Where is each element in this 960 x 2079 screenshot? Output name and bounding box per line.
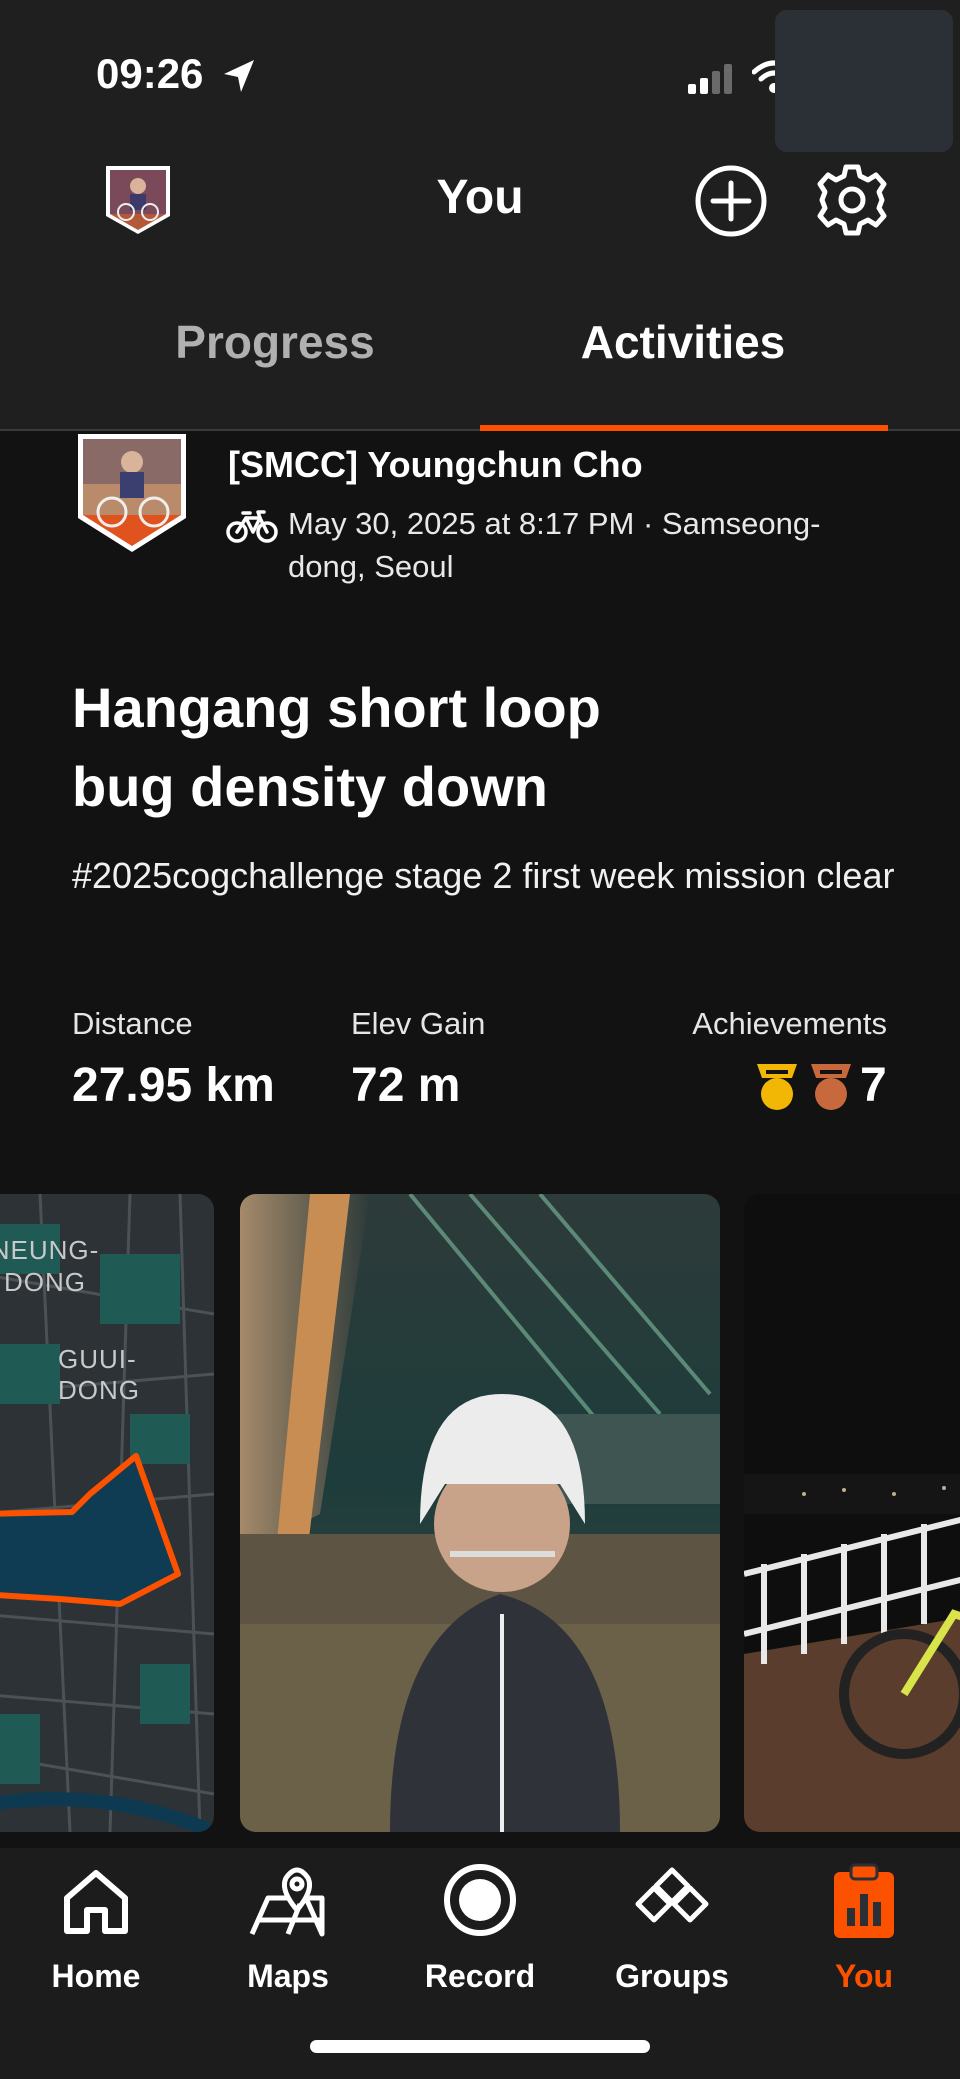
distance-value: 27.95 km xyxy=(72,1059,275,1112)
you-icon xyxy=(834,1863,894,1938)
achievements-label: Achievements xyxy=(692,1006,887,1041)
signal-icon xyxy=(688,64,732,94)
settings-gear-icon[interactable] xyxy=(814,162,890,238)
achievements-count: 7 xyxy=(860,1059,887,1112)
nav-you[interactable]: You xyxy=(768,1848,960,2008)
elev-gain-value: 72 m xyxy=(351,1059,461,1112)
home-icon xyxy=(64,1870,128,1934)
bronze-medal-icon xyxy=(811,1064,851,1110)
location-arrow-icon xyxy=(224,60,254,92)
nav-you-label: You xyxy=(834,1958,894,1994)
nav-maps[interactable]: Maps xyxy=(192,1848,384,2008)
groups-icon xyxy=(635,1867,709,1923)
athlete-name[interactable]: [SMCC] Youngchun Cho xyxy=(228,444,643,486)
gold-medal-icon xyxy=(757,1064,797,1110)
maps-icon xyxy=(249,1867,325,1937)
activity-description: #2025cogchallenge stage 2 first week mis… xyxy=(72,855,895,896)
distance-label: Distance xyxy=(72,1006,193,1041)
nav-groups-label: Groups xyxy=(615,1958,729,1994)
record-icon xyxy=(444,1864,516,1936)
map-label-guui-dong: GUUI-DONG xyxy=(58,1344,140,1405)
photo-graphic-2 xyxy=(744,1194,960,1832)
activity-photo-selfie[interactable] xyxy=(240,1194,720,1832)
athlete-avatar[interactable] xyxy=(76,432,188,556)
elev-gain-label: Elev Gain xyxy=(351,1006,486,1041)
activity-title[interactable]: Hangang short loop bug density down xyxy=(72,668,692,826)
tab-progress[interactable]: Progress xyxy=(75,315,475,369)
nav-you-highlight xyxy=(775,10,953,152)
nav-home[interactable]: Home xyxy=(0,1848,192,2008)
nav-home-label: Home xyxy=(51,1958,141,1994)
add-icon[interactable] xyxy=(694,164,768,238)
home-indicator xyxy=(310,2040,650,2053)
nav-record[interactable]: Record xyxy=(384,1848,576,2008)
nav-record-label: Record xyxy=(424,1958,536,1994)
status-time: 09:26 xyxy=(96,50,204,97)
activity-date-location: May 30, 2025 at 8:17 PM · Samseong-dong,… xyxy=(288,506,821,584)
activity-photo-bike[interactable] xyxy=(744,1194,960,1832)
active-tab-indicator xyxy=(480,425,888,431)
bicycle-icon xyxy=(226,510,278,543)
route-map[interactable]: NEUNG-DONG GUUI-DONG xyxy=(0,1194,214,1832)
map-label-neung-dong: NEUNG-DONG xyxy=(0,1235,100,1297)
nav-groups[interactable]: Groups xyxy=(576,1848,768,2008)
nav-maps-label: Maps xyxy=(247,1958,329,1994)
photo-graphic xyxy=(240,1194,720,1832)
tab-activities[interactable]: Activities xyxy=(483,315,883,369)
